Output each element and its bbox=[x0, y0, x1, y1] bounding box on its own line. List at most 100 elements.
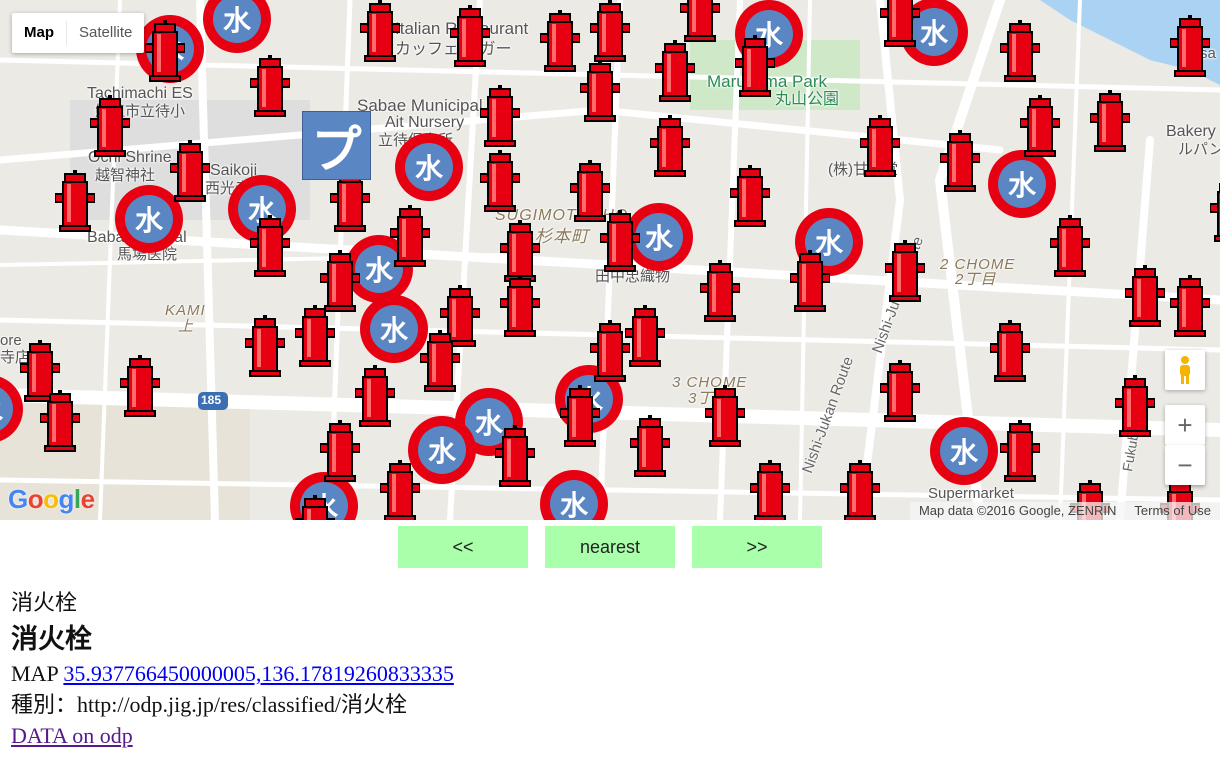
fire-hydrant-icon bbox=[999, 420, 1041, 482]
fire-hydrant-marker[interactable] bbox=[879, 0, 921, 52]
fire-hydrant-marker[interactable] bbox=[704, 385, 746, 452]
fire-hydrant-icon bbox=[539, 10, 581, 72]
map-type-control: Map Satellite bbox=[12, 13, 145, 53]
fire-hydrant-marker[interactable] bbox=[654, 40, 696, 107]
fire-hydrant-marker[interactable] bbox=[884, 240, 926, 307]
coords-link[interactable]: 35.937766450000005,136.17819260833335 bbox=[63, 661, 454, 686]
fire-hydrant-icon bbox=[789, 250, 831, 312]
fire-hydrant-icon bbox=[939, 130, 981, 192]
fire-hydrant-icon bbox=[989, 320, 1031, 382]
fire-hydrant-marker[interactable] bbox=[294, 495, 336, 520]
fire-hydrant-marker[interactable] bbox=[39, 390, 81, 457]
fire-hydrant-marker[interactable] bbox=[119, 355, 161, 422]
zoom-in-button[interactable]: + bbox=[1165, 405, 1205, 445]
map-type-satellite-button[interactable]: Satellite bbox=[67, 13, 144, 53]
fire-hydrant-marker[interactable] bbox=[144, 20, 186, 87]
fire-hydrant-marker[interactable] bbox=[559, 385, 601, 452]
fire-hydrant-marker[interactable] bbox=[859, 115, 901, 182]
fire-hydrant-icon bbox=[1169, 15, 1211, 77]
water-icon: 水 bbox=[635, 213, 683, 261]
water-icon: 水 bbox=[0, 385, 13, 433]
fire-hydrant-icon bbox=[494, 425, 536, 487]
fire-hydrant-icon bbox=[1089, 90, 1131, 152]
fire-hydrant-marker[interactable] bbox=[579, 60, 621, 127]
zoom-out-button[interactable]: − bbox=[1165, 445, 1205, 485]
fire-hydrant-marker[interactable] bbox=[589, 0, 631, 67]
fire-hydrant-marker[interactable] bbox=[879, 360, 921, 427]
fire-hydrant-marker[interactable] bbox=[1089, 90, 1131, 157]
fire-hydrant-marker[interactable] bbox=[729, 165, 771, 232]
fire-hydrant-marker[interactable] bbox=[939, 130, 981, 197]
water-source-marker[interactable]: 水 bbox=[930, 417, 998, 485]
fire-hydrant-marker[interactable] bbox=[494, 425, 536, 492]
street-view-pegman-icon[interactable] bbox=[1165, 350, 1205, 390]
fire-hydrant-marker[interactable] bbox=[354, 365, 396, 432]
fire-hydrant-marker[interactable] bbox=[54, 170, 96, 237]
water-source-marker[interactable]: 水 bbox=[395, 133, 463, 201]
prev-button[interactable]: << bbox=[398, 526, 528, 568]
fire-hydrant-icon bbox=[359, 0, 401, 62]
fire-hydrant-marker[interactable] bbox=[1019, 95, 1061, 162]
fire-hydrant-marker[interactable] bbox=[249, 215, 291, 282]
map-label: 2丁目 bbox=[955, 271, 997, 288]
fire-hydrant-icon bbox=[999, 20, 1041, 82]
fire-hydrant-marker[interactable] bbox=[629, 415, 671, 482]
fire-hydrant-marker[interactable] bbox=[989, 320, 1031, 387]
nearest-button[interactable]: nearest bbox=[545, 526, 675, 568]
fire-hydrant-marker[interactable] bbox=[249, 55, 291, 122]
fire-hydrant-icon bbox=[704, 385, 746, 447]
water-icon: 水 bbox=[213, 0, 261, 43]
next-button[interactable]: >> bbox=[692, 526, 822, 568]
map-label: Ait Nursery bbox=[385, 114, 465, 131]
fire-hydrant-marker[interactable] bbox=[169, 140, 211, 207]
fire-hydrant-marker[interactable] bbox=[839, 460, 881, 520]
fire-hydrant-marker[interactable] bbox=[699, 260, 741, 327]
fire-hydrant-marker[interactable] bbox=[734, 35, 776, 102]
fire-hydrant-marker[interactable] bbox=[244, 315, 286, 382]
fire-hydrant-marker[interactable] bbox=[89, 95, 131, 162]
fire-hydrant-marker[interactable] bbox=[359, 0, 401, 67]
fire-hydrant-marker[interactable] bbox=[999, 20, 1041, 87]
water-source-marker[interactable]: 水 bbox=[360, 295, 428, 363]
fire-hydrant-marker[interactable] bbox=[624, 305, 666, 372]
fire-hydrant-icon bbox=[649, 115, 691, 177]
map-label: Supermarket bbox=[928, 485, 1014, 502]
fire-hydrant-marker[interactable] bbox=[1049, 215, 1091, 282]
fire-hydrant-marker[interactable] bbox=[389, 205, 431, 272]
fire-hydrant-marker[interactable] bbox=[499, 275, 541, 342]
fire-hydrant-marker[interactable] bbox=[649, 115, 691, 182]
fire-hydrant-marker[interactable] bbox=[1124, 265, 1166, 332]
park-marker[interactable]: プ bbox=[302, 111, 371, 180]
fire-hydrant-marker[interactable] bbox=[749, 460, 791, 520]
fire-hydrant-icon bbox=[1049, 215, 1091, 277]
fire-hydrant-marker[interactable] bbox=[449, 5, 491, 72]
fire-hydrant-icon bbox=[1124, 265, 1166, 327]
fire-hydrant-icon bbox=[629, 415, 671, 477]
fire-hydrant-marker[interactable] bbox=[539, 10, 581, 77]
fire-hydrant-marker[interactable] bbox=[479, 150, 521, 217]
map-label: 185 bbox=[201, 393, 222, 407]
fire-hydrant-icon bbox=[294, 305, 336, 367]
fire-hydrant-icon bbox=[419, 330, 461, 392]
fire-hydrant-icon bbox=[479, 85, 521, 147]
fire-hydrant-marker[interactable] bbox=[319, 420, 361, 487]
fire-hydrant-marker[interactable] bbox=[379, 460, 421, 520]
fire-hydrant-marker[interactable] bbox=[1169, 275, 1211, 342]
fire-hydrant-marker[interactable] bbox=[419, 330, 461, 397]
data-on-odp-link[interactable]: DATA on odp bbox=[11, 723, 133, 748]
fire-hydrant-marker[interactable] bbox=[999, 420, 1041, 487]
map-view[interactable]: Italian Restaurantカッフェ レガーTachimachi ES鯖… bbox=[0, 0, 1220, 520]
fire-hydrant-marker[interactable] bbox=[479, 85, 521, 152]
fire-hydrant-marker[interactable] bbox=[1169, 15, 1211, 82]
navigation-bar: << nearest >> bbox=[0, 526, 1220, 568]
terms-of-use-link[interactable]: Terms of Use bbox=[1134, 502, 1211, 520]
fire-hydrant-icon bbox=[679, 0, 721, 42]
info-panel: 消火栓 消火栓 MAP 35.937766450000005,136.17819… bbox=[11, 588, 454, 751]
fire-hydrant-marker[interactable] bbox=[1114, 375, 1156, 442]
fire-hydrant-marker[interactable] bbox=[1209, 180, 1220, 247]
fire-hydrant-marker[interactable] bbox=[294, 305, 336, 372]
fire-hydrant-marker[interactable] bbox=[599, 210, 641, 277]
fire-hydrant-marker[interactable] bbox=[789, 250, 831, 317]
fire-hydrant-marker[interactable] bbox=[589, 320, 631, 387]
map-type-map-button[interactable]: Map bbox=[12, 13, 66, 53]
